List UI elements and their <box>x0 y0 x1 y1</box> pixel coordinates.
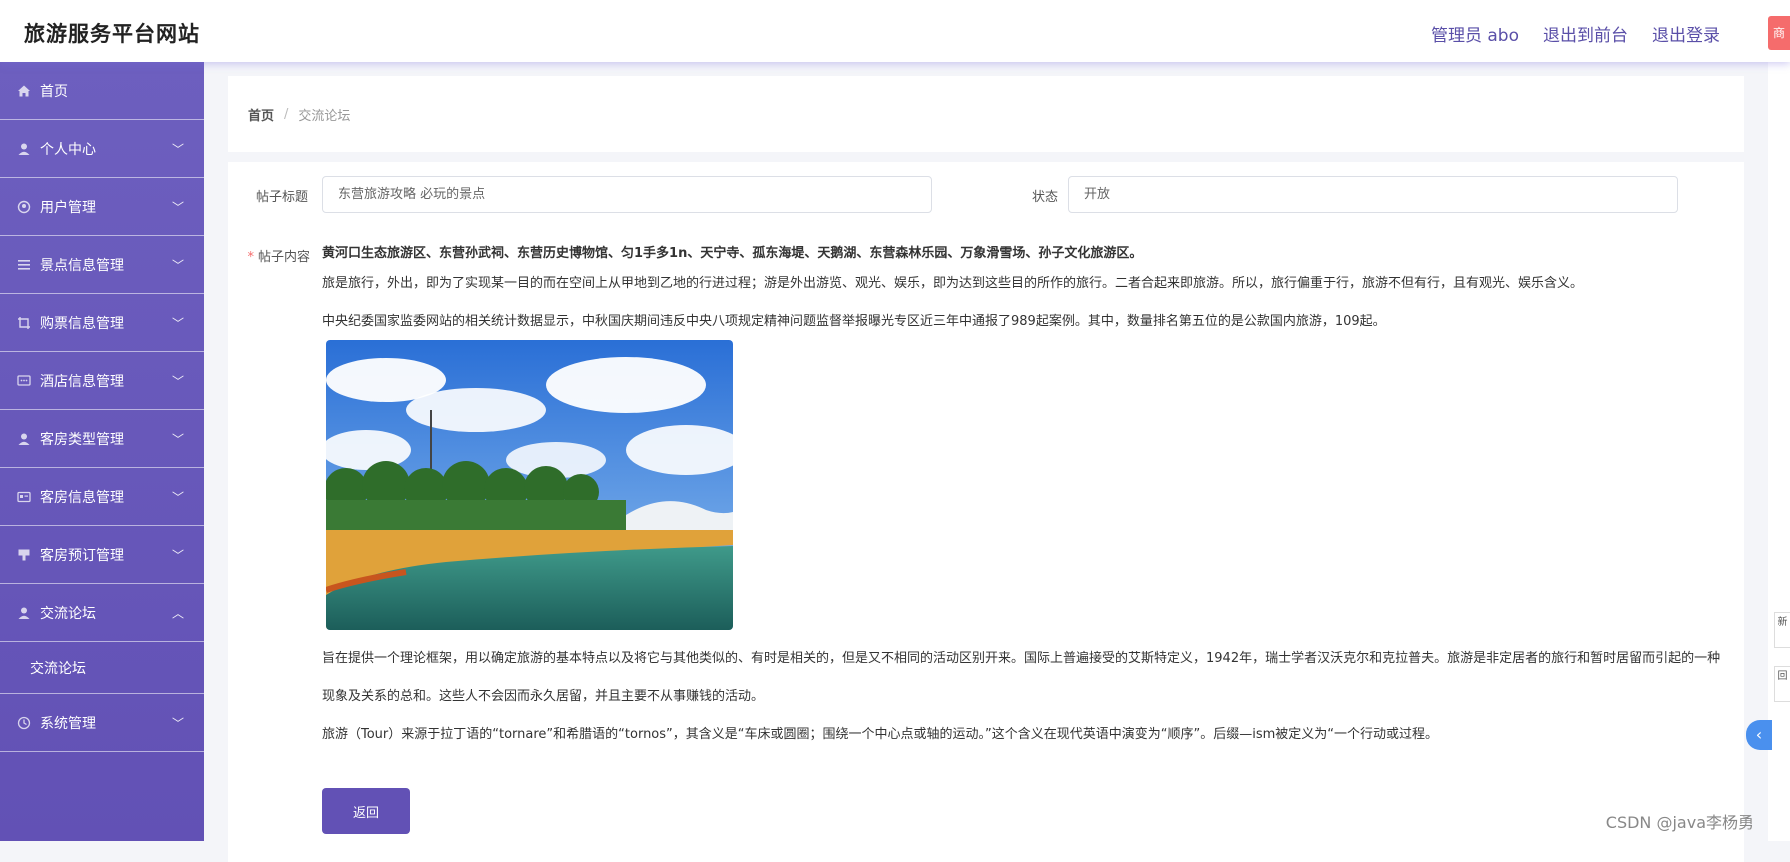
sidebar-item-label: 购票信息管理 <box>40 313 124 333</box>
site-title: 旅游服务平台网站 <box>24 18 200 48</box>
breadcrumb-current: 交流论坛 <box>298 105 350 124</box>
content-heading: 黄河口生态旅游区、东营孙武祠、东营历史博物馆、匀1手多1n、天宁寺、孤东海堤、天… <box>322 246 1732 276</box>
sidebar-item-home[interactable]: 首页 <box>0 62 204 120</box>
post-content: 黄河口生态旅游区、东营孙武祠、东营历史博物馆、匀1手多1n、天宁寺、孤东海堤、天… <box>322 246 1732 754</box>
chevron-down-icon: ﹀ <box>172 372 184 389</box>
sidebar-item-forum[interactable]: 交流论坛 ︿ <box>0 584 204 642</box>
sidebar-item-label: 个人中心 <box>40 139 96 159</box>
sidebar-menu: 首页 个人中心 ﹀ 用户管理 ﹀ 景点信息管理 ﹀ 购票信息管理 ﹀ 酒店信息管… <box>0 62 204 841</box>
chevron-down-icon: ﹀ <box>172 256 184 273</box>
sidebar-item-personal-center[interactable]: 个人中心 ﹀ <box>0 120 204 178</box>
breadcrumb: 首页 / 交流论坛 <box>228 76 1744 152</box>
user-icon <box>16 141 32 157</box>
crop-icon <box>16 315 32 331</box>
chevron-down-icon: ﹀ <box>172 198 184 215</box>
status-input[interactable]: 开放 <box>1068 176 1678 213</box>
sidebar-item-system-management[interactable]: 系统管理 ﹀ <box>0 694 204 752</box>
header-links: 管理员 abo 退出到前台 退出登录 <box>1431 21 1720 46</box>
sidebar-item-label: 客房预订管理 <box>40 545 124 565</box>
person-icon <box>16 605 32 621</box>
sidebar-item-label: 用户管理 <box>40 197 96 217</box>
person-icon <box>16 431 32 447</box>
sidebar-item-label: 景点信息管理 <box>40 255 124 275</box>
sidebar-item-hotel-management[interactable]: 酒店信息管理 ﹀ <box>0 352 204 410</box>
content-paragraph: 中央纪委国家监委网站的相关统计数据显示，中秋国庆期间违反中央八项规定精神问题监督… <box>322 314 1732 330</box>
list-icon <box>16 257 32 273</box>
sidebar-item-ticket-management[interactable]: 购票信息管理 ﹀ <box>0 294 204 352</box>
sidebar-item-label: 交流论坛 <box>40 603 96 623</box>
sidebar-subitem-forum[interactable]: 交流论坛 <box>0 642 204 694</box>
sidebar-item-room-type-management[interactable]: 客房类型管理 ﹀ <box>0 410 204 468</box>
stamp-icon <box>16 547 32 563</box>
collapse-arrow-icon[interactable]: ‹ <box>1746 720 1772 750</box>
title-input[interactable]: 东营旅游攻略 必玩的景点 <box>322 176 932 213</box>
chevron-down-icon: ﹀ <box>172 546 184 563</box>
content-paragraph: 旅是旅行，外出，即为了实现某一目的而在空间上从甲地到乙地的行进过程；游是外出游览… <box>322 276 1732 314</box>
clock-icon <box>16 715 32 731</box>
users-icon <box>16 199 32 215</box>
chevron-down-icon: ﹀ <box>172 488 184 505</box>
sidebar-item-room-info-management[interactable]: 客房信息管理 ﹀ <box>0 468 204 526</box>
right-edge-bar: 新 回 <box>1768 0 1790 841</box>
chevron-down-icon: ﹀ <box>172 430 184 447</box>
chat-icon <box>16 373 32 389</box>
required-mark: * <box>247 250 254 265</box>
content-paragraph: 旨在提供一个理论框架，用以确定旅游的基本特点以及将它与其他类似的、有时是相关的，… <box>322 640 1732 716</box>
chevron-down-icon: ﹀ <box>172 140 184 157</box>
corner-tag[interactable]: 商 <box>1768 16 1790 50</box>
content-paragraph: 旅游（Tour）来源于拉丁语的“tornare”和希腊语的“tornos”，其含… <box>322 716 1732 754</box>
watermark: CSDN @java李杨勇 <box>1606 809 1754 833</box>
chevron-down-icon: ﹀ <box>172 714 184 731</box>
edge-tab[interactable]: 新 <box>1774 612 1790 648</box>
title-label: 帖子标题 <box>242 186 308 205</box>
sidebar-item-user-management[interactable]: 用户管理 ﹀ <box>0 178 204 236</box>
logout-link[interactable]: 退出登录 <box>1652 21 1720 46</box>
card-icon <box>16 489 32 505</box>
sidebar-item-label: 酒店信息管理 <box>40 371 124 391</box>
top-header: 旅游服务平台网站 管理员 abo 退出到前台 退出登录 商 <box>0 0 1790 62</box>
sidebar-item-label: 系统管理 <box>40 713 96 733</box>
exit-to-frontend-link[interactable]: 退出到前台 <box>1543 21 1628 46</box>
chevron-up-icon: ︿ <box>172 604 184 621</box>
back-button[interactable]: 返回 <box>322 788 410 834</box>
status-label: 状态 <box>1008 186 1058 205</box>
admin-user-link[interactable]: 管理员 abo <box>1431 21 1519 46</box>
home-icon <box>16 83 32 99</box>
content-label-text: 帖子内容 <box>258 250 310 265</box>
breadcrumb-separator: / <box>284 107 288 122</box>
scenery-image <box>326 340 733 630</box>
sidebar-item-label: 客房类型管理 <box>40 429 124 449</box>
chevron-down-icon: ﹀ <box>172 314 184 331</box>
sidebar-item-room-booking-management[interactable]: 客房预订管理 ﹀ <box>0 526 204 584</box>
breadcrumb-home[interactable]: 首页 <box>248 105 274 124</box>
edge-tab[interactable]: 回 <box>1774 666 1790 702</box>
sidebar-item-attraction-management[interactable]: 景点信息管理 ﹀ <box>0 236 204 294</box>
content-label: * 帖子内容 <box>236 246 310 265</box>
post-detail-card: 帖子标题 东营旅游攻略 必玩的景点 状态 开放 * 帖子内容 黄河口生态旅游区、东… <box>228 162 1744 862</box>
sidebar-item-label: 客房信息管理 <box>40 487 124 507</box>
sidebar-item-label: 首页 <box>40 81 68 101</box>
